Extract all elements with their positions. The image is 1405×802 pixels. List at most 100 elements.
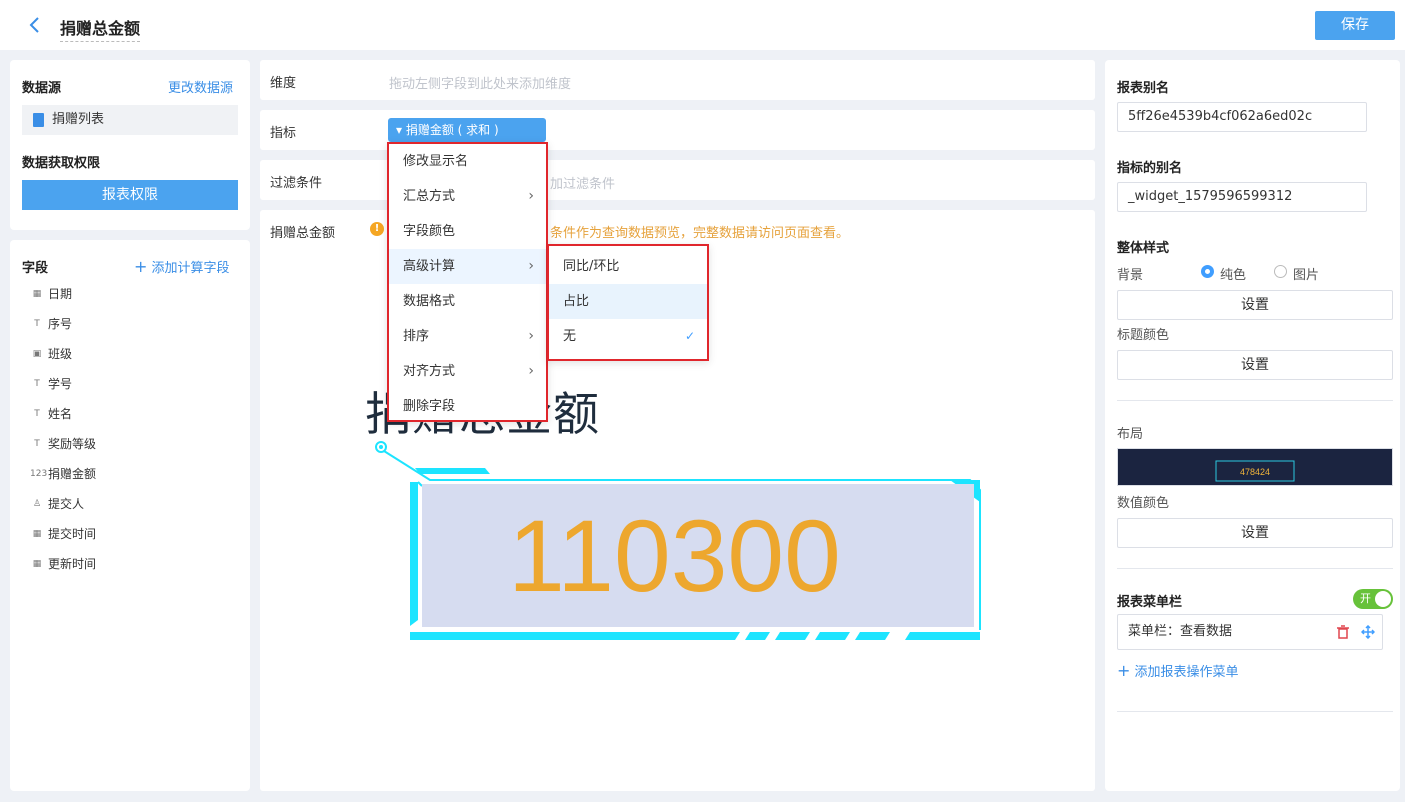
title-color-set-button[interactable]: 设置 xyxy=(1117,350,1393,380)
value-color-set-button[interactable]: 设置 xyxy=(1117,518,1393,548)
page-title[interactable]: 捐赠总金额 xyxy=(60,15,141,42)
menu-bar-toggle[interactable]: 开 xyxy=(1353,589,1393,609)
trash-icon[interactable] xyxy=(1336,625,1350,639)
datasource-item[interactable]: 捐赠列表 xyxy=(22,105,238,135)
number-icon: 123 xyxy=(30,469,48,479)
add-menu-link[interactable]: + 添加报表操作菜单 xyxy=(1117,661,1239,680)
datasource-title: 数据源 xyxy=(22,81,62,96)
bg-image-label: 图片 xyxy=(1293,268,1320,283)
chevron-right-icon: › xyxy=(528,328,534,344)
dropdown-item-label: 修改显示名 xyxy=(403,154,469,169)
dropdown-item[interactable]: 字段颜色 xyxy=(389,214,546,249)
dropdown-item[interactable]: 删除字段 xyxy=(389,389,546,424)
permission-title: 数据获取权限 xyxy=(22,156,101,171)
value-color-label: 数值颜色 xyxy=(1117,496,1170,511)
chevron-right-icon: › xyxy=(528,258,534,274)
alias-title: 报表别名 xyxy=(1117,81,1170,96)
layout-preview-value: 478424 xyxy=(1240,467,1270,477)
text-icon: T xyxy=(34,319,40,329)
layout-label: 布局 xyxy=(1117,427,1144,442)
move-icon[interactable] xyxy=(1361,625,1375,639)
menu-bar-item-label: 菜单栏：查看数据 xyxy=(1128,624,1233,639)
chevron-right-icon: › xyxy=(528,188,534,204)
fields-title: 字段 xyxy=(22,261,49,276)
field-item[interactable]: ♙ 提交人 xyxy=(30,494,84,514)
datasource-item-label: 捐赠列表 xyxy=(52,112,105,127)
submenu-item[interactable]: 无 ✓ xyxy=(549,319,707,354)
submenu-item-label: 同比/环比 xyxy=(563,259,620,274)
report-permission-button[interactable]: 报表权限 xyxy=(22,180,238,210)
dropdown-item-label: 删除字段 xyxy=(403,399,456,414)
submenu-item-label: 占比 xyxy=(563,294,590,309)
document-icon xyxy=(33,113,44,127)
menu-bar-item[interactable]: 菜单栏：查看数据 xyxy=(1117,614,1383,650)
top-bar: 捐赠总金额 保存 xyxy=(0,0,1405,50)
bg-solid-radio[interactable] xyxy=(1201,265,1214,278)
text-icon: T xyxy=(34,409,40,419)
title-color-label: 标题颜色 xyxy=(1117,328,1170,343)
field-item[interactable]: T 奖励等级 xyxy=(30,434,96,454)
dropdown-item[interactable]: 汇总方式 › xyxy=(389,179,546,214)
submenu-item-label: 无 xyxy=(563,329,577,344)
field-item[interactable]: ▦ 日期 xyxy=(30,284,72,304)
field-item-label: 提交人 xyxy=(48,497,85,511)
field-item[interactable]: ▦ 提交时间 xyxy=(30,524,96,544)
layout-preview-frame: 478424 xyxy=(1215,460,1295,482)
bg-image-radio[interactable] xyxy=(1274,265,1287,278)
date-icon: ▦ xyxy=(32,559,42,569)
field-item-label: 班级 xyxy=(48,347,73,361)
add-calc-field-link[interactable]: + 添加计算字段 xyxy=(134,257,230,276)
back-arrow-icon[interactable] xyxy=(26,15,44,35)
toggle-knob xyxy=(1375,591,1391,607)
layout-thumbnail[interactable]: 478424 xyxy=(1117,448,1393,486)
dropdown-item[interactable]: 对齐方式 › xyxy=(389,354,546,389)
submenu-item[interactable]: 占比 xyxy=(549,284,707,319)
dropdown-item[interactable]: 数据格式 xyxy=(389,284,546,319)
divider xyxy=(1117,400,1393,401)
metric-tag[interactable]: ▾ 捐赠金额 ( 求和 ) xyxy=(388,118,546,142)
field-item-label: 姓名 xyxy=(48,407,73,421)
alias-input[interactable]: 5ff26e4539b4cf062a6ed02c xyxy=(1117,102,1367,132)
dropdown-item[interactable]: 高级计算 › xyxy=(389,249,546,284)
metric-alias-title: 指标的别名 xyxy=(1117,161,1183,176)
submenu-item[interactable]: 同比/环比 xyxy=(549,249,707,284)
add-calc-field-label: 添加计算字段 xyxy=(151,261,230,276)
menu-bar-title: 报表菜单栏 xyxy=(1117,595,1183,610)
field-item[interactable]: 123 捐赠金额 xyxy=(30,464,96,484)
field-item[interactable]: T 序号 xyxy=(30,314,72,334)
metric-alias-input[interactable]: _widget_1579596599312 xyxy=(1117,182,1367,212)
field-item[interactable]: T 姓名 xyxy=(30,404,72,424)
bg-solid-label: 纯色 xyxy=(1220,268,1247,283)
dimension-placeholder: 拖动左侧字段到此处来添加维度 xyxy=(389,77,572,92)
metric-row[interactable]: 指标 xyxy=(260,110,1095,150)
dropdown-item-label: 字段颜色 xyxy=(403,224,456,239)
divider xyxy=(1117,711,1393,712)
dropdown-item[interactable]: 修改显示名 xyxy=(389,144,546,179)
date-icon: ▦ xyxy=(32,289,42,299)
preview-label: 捐赠总金额 xyxy=(270,226,336,241)
field-item[interactable]: ▣ 班级 xyxy=(30,344,72,364)
check-icon: ✓ xyxy=(684,329,695,343)
field-item[interactable]: ▦ 更新时间 xyxy=(30,554,96,574)
field-item-label: 序号 xyxy=(48,317,73,331)
filter-row[interactable]: 过滤条件 加过滤条件 xyxy=(260,160,1095,200)
dropdown-item[interactable]: 排序 › xyxy=(389,319,546,354)
metric-dropdown-menu: 修改显示名汇总方式 › 字段颜色高级计算 › 数据格式排序 › 对齐方式 › 删除字段 xyxy=(387,142,548,422)
chevron-right-icon: › xyxy=(528,363,534,379)
divider xyxy=(1117,568,1393,569)
advanced-calc-submenu: 同比/环比 占比无 ✓ xyxy=(547,244,709,361)
dimension-row[interactable]: 维度 拖动左侧字段到此处来添加维度 xyxy=(260,60,1095,100)
field-item[interactable]: T 学号 xyxy=(30,374,72,394)
dropdown-item-label: 对齐方式 xyxy=(403,364,456,379)
field-item-label: 捐赠金额 xyxy=(48,467,97,481)
toggle-label: 开 xyxy=(1360,592,1371,605)
save-button[interactable]: 保存 xyxy=(1315,11,1395,40)
background-set-button[interactable]: 设置 xyxy=(1117,290,1393,320)
datasource-panel: 数据源 更改数据源 捐赠列表 数据获取权限 报表权限 xyxy=(10,60,250,230)
field-item-label: 学号 xyxy=(48,377,73,391)
dropdown-item-label: 数据格式 xyxy=(403,294,456,309)
field-item-label: 提交时间 xyxy=(48,527,97,541)
chart-value: 110300 xyxy=(508,499,841,613)
change-datasource-link[interactable]: 更改数据源 xyxy=(168,77,233,96)
settings-panel: 报表别名 5ff26e4539b4cf062a6ed02c 指标的别名 _wid… xyxy=(1105,60,1400,791)
